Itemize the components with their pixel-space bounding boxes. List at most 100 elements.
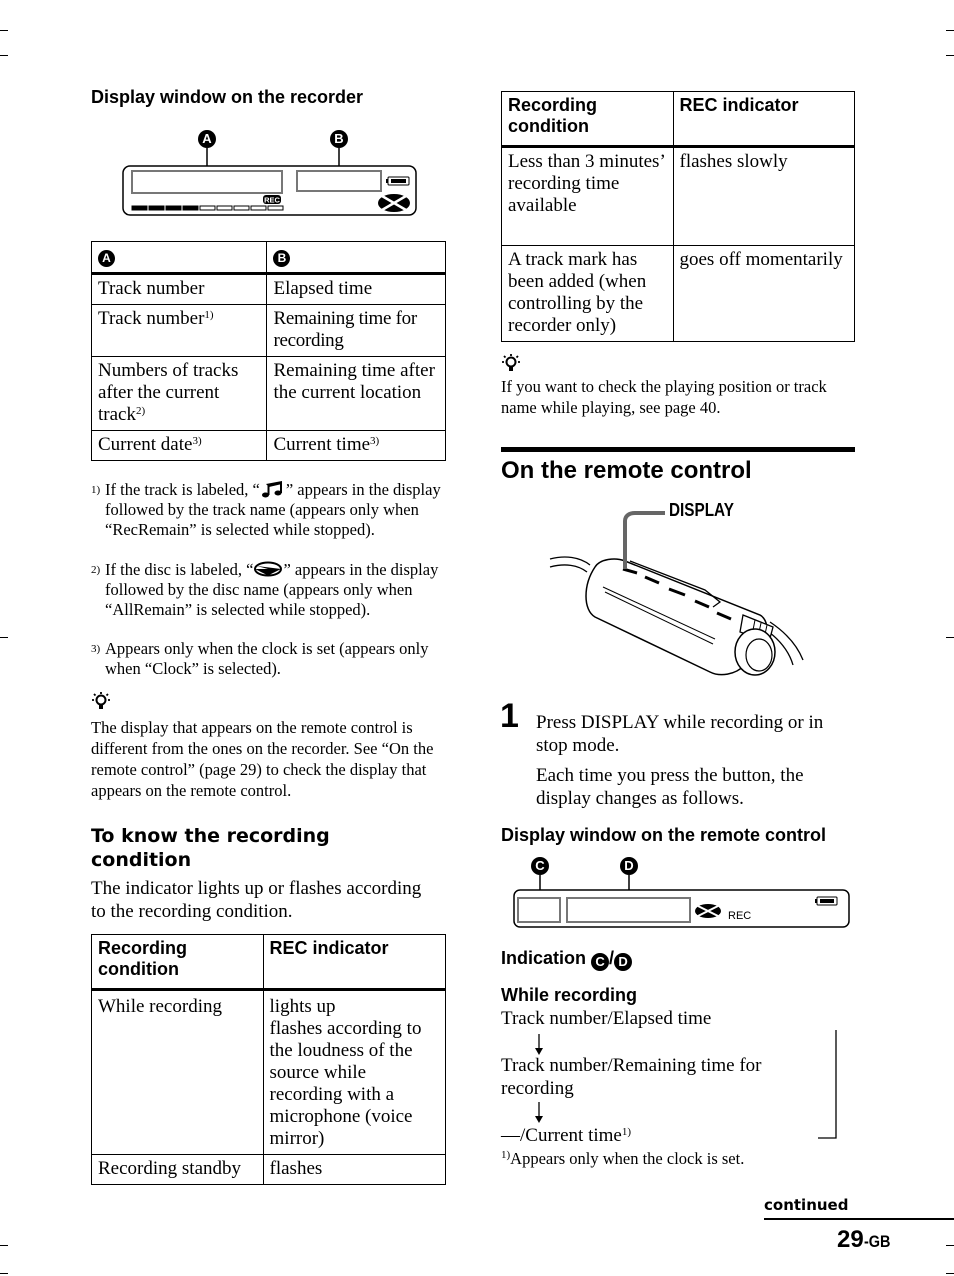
table-header-row: A B bbox=[90, 241, 446, 275]
recording-condition-heading: To know the recording condition bbox=[91, 825, 330, 871]
crop-mark bbox=[0, 637, 8, 638]
level-meter-segment bbox=[148, 205, 165, 211]
callout-c: C bbox=[591, 953, 610, 971]
page-number: 29-GB bbox=[837, 1226, 891, 1253]
crop-mark bbox=[0, 1245, 8, 1246]
table-row: Track number1) Remaining time for record… bbox=[90, 304, 446, 357]
level-meter bbox=[131, 205, 284, 211]
level-meter-segment bbox=[233, 205, 250, 211]
footnote-ref: 2) bbox=[135, 405, 146, 417]
crop-mark bbox=[946, 55, 954, 56]
level-meter-segment bbox=[250, 205, 267, 211]
step-instruction: Press DISPLAY while recording or in stop… bbox=[536, 712, 824, 756]
cell-text: Track number bbox=[98, 278, 205, 299]
footnote-3: 3) Appears only when the clock is set (a… bbox=[91, 639, 429, 678]
table-header-row: Recording condition REC indicator bbox=[501, 91, 855, 148]
display-indication-table: A B Track number Elapsed time Track numb… bbox=[90, 241, 446, 461]
crop-mark bbox=[946, 637, 954, 638]
cell-text: Remaining time after the current locatio… bbox=[273, 360, 435, 403]
cell-text: Recording standby bbox=[98, 1158, 242, 1179]
footnote-1: 1) If the track is labeled, “” appears i… bbox=[91, 480, 441, 539]
table-row: Less than 3 minutes’ recording time avai… bbox=[501, 146, 855, 246]
display-button-label: DISPLAY bbox=[669, 500, 734, 520]
column-header: REC indicator bbox=[269, 938, 389, 958]
level-meter-segment bbox=[199, 205, 216, 211]
remote-display-illustration: REC C D bbox=[510, 853, 855, 933]
while-recording-heading: While recording bbox=[501, 985, 638, 1005]
cell-text: Remaining time for recording bbox=[273, 308, 417, 351]
crop-mark bbox=[0, 1273, 8, 1274]
cell-text: Less than 3 minutes’ recording time avai… bbox=[508, 151, 665, 216]
cell-text: Current time bbox=[273, 434, 371, 455]
arrow-down-icon bbox=[535, 1034, 543, 1055]
sequence-footnote: 1)Appears only when the clock is set. bbox=[501, 1149, 745, 1168]
callout-c: C bbox=[531, 857, 549, 875]
cell-text: A track mark has been added (when contro… bbox=[508, 249, 647, 336]
level-meter-segment bbox=[165, 205, 182, 211]
cell-text: flashes slowly bbox=[679, 151, 788, 172]
step-number: 1 bbox=[500, 697, 519, 735]
table-row: Track number Elapsed time bbox=[90, 273, 446, 305]
table-header-row: Recording condition REC indicator bbox=[91, 934, 447, 991]
continued-label: continued bbox=[764, 1196, 849, 1214]
column-header: Recording condition bbox=[508, 95, 598, 136]
arrow-down-icon bbox=[535, 1102, 543, 1123]
cell-text: While recording bbox=[98, 996, 222, 1017]
callout-a: A bbox=[98, 250, 115, 267]
recorder-display-illustration: REC A B bbox=[120, 126, 420, 221]
tip-icon bbox=[91, 691, 113, 718]
callout-b: B bbox=[330, 130, 348, 148]
loop-back-arrow-icon bbox=[809, 1018, 837, 1139]
rec-label: REC bbox=[728, 910, 752, 922]
section-title: On the remote control bbox=[501, 457, 752, 484]
footer-rule bbox=[764, 1218, 954, 1220]
sequence-item-1: Track number/Elapsed time bbox=[501, 1008, 712, 1029]
step-description: Each time you press the button, the disp… bbox=[536, 765, 804, 809]
crop-mark bbox=[0, 55, 8, 56]
cell-text: lights up flashes according to the loudn… bbox=[269, 996, 422, 1149]
indication-heading: Indication C / D bbox=[501, 948, 633, 971]
tip-text: The display that appears on the remote c… bbox=[91, 718, 434, 800]
level-meter-segment bbox=[267, 205, 284, 211]
cell-text: Elapsed time bbox=[273, 278, 373, 299]
crop-mark bbox=[946, 1273, 954, 1274]
crop-mark bbox=[0, 30, 8, 31]
level-meter-segment bbox=[131, 205, 148, 211]
column-header: Recording condition bbox=[98, 938, 188, 979]
footnote-2: 2) If the disc is labeled, “” appears in… bbox=[91, 560, 439, 619]
cell-text: Current date bbox=[98, 434, 193, 455]
section-rule bbox=[501, 447, 855, 452]
battery-icon bbox=[386, 176, 410, 186]
rec-condition-table-2: Recording condition REC indicator Less t… bbox=[501, 91, 855, 342]
callout-a: A bbox=[198, 130, 216, 148]
music-note-icon bbox=[261, 481, 282, 498]
rec-badge: REC bbox=[263, 195, 281, 205]
sequence-arrows bbox=[530, 1018, 850, 1145]
disc-icon bbox=[254, 561, 283, 577]
remote-display-heading: Display window on the remote control bbox=[501, 825, 827, 845]
callout-d: D bbox=[614, 953, 633, 971]
recording-condition-intro: The indicator lights up or flashes accor… bbox=[91, 878, 422, 922]
cell-text: goes off momentarily bbox=[679, 249, 843, 270]
table-row: Recording standby flashes bbox=[91, 1154, 447, 1185]
battery-icon bbox=[815, 896, 838, 906]
disc-icon bbox=[695, 904, 721, 918]
level-meter-segment bbox=[216, 205, 233, 211]
cell-text: Track number bbox=[98, 308, 205, 329]
callout-d: D bbox=[620, 857, 638, 875]
column-header: REC indicator bbox=[679, 95, 799, 115]
table-row: Current date3) Current time3) bbox=[90, 430, 446, 461]
remote-control-illustration: DISPLAY bbox=[545, 497, 825, 682]
disc-icon bbox=[378, 194, 410, 212]
callout-b: B bbox=[273, 250, 291, 267]
table-row: A track mark has been added (when contro… bbox=[501, 245, 855, 342]
recorder-display-heading: Display window on the recorder bbox=[91, 87, 364, 107]
crop-mark bbox=[946, 1245, 954, 1246]
tip-text: If you want to check the playing positio… bbox=[501, 377, 827, 417]
table-row: While recording lights up flashes accord… bbox=[91, 989, 447, 1155]
level-meter-segment bbox=[182, 205, 199, 211]
rec-condition-table-1: Recording condition REC indicator While … bbox=[91, 934, 447, 1185]
footnote-ref: 3) bbox=[192, 435, 202, 447]
cell-text: Numbers of tracks after the current trac… bbox=[98, 360, 239, 425]
cell-text: flashes bbox=[269, 1158, 323, 1179]
